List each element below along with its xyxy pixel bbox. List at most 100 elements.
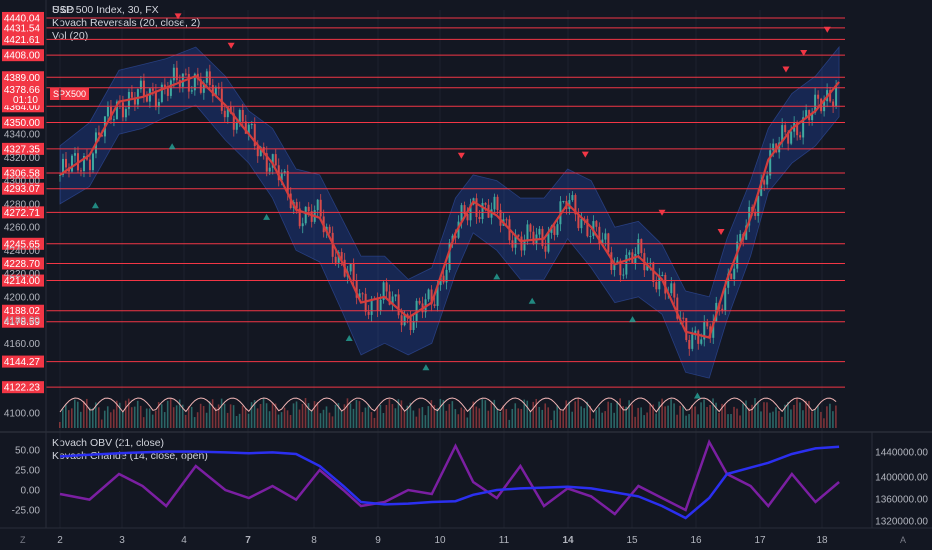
volume-bar (463, 409, 466, 428)
volume-bar (667, 405, 669, 428)
candle-body (307, 206, 310, 212)
volume-bar (688, 414, 690, 428)
y-tick-label: 4240.00 (4, 246, 41, 257)
volume-bar (436, 408, 439, 428)
volume-bar (295, 401, 298, 428)
x-tick-label: 15 (626, 535, 638, 546)
reversal-down-marker (457, 152, 465, 159)
volume-bar (781, 416, 783, 428)
volume-bar (385, 405, 388, 428)
candle-body (187, 73, 190, 92)
volume-bar (136, 400, 139, 428)
candle-body (571, 195, 574, 201)
volume-bar (292, 403, 295, 428)
volume-bar (796, 398, 798, 428)
y-tick-label: 4340.00 (4, 130, 41, 141)
candle-body (208, 71, 211, 85)
lower-y-tick-left: 25.00 (15, 466, 40, 477)
candle-body (730, 273, 733, 280)
volume-bar (526, 400, 529, 428)
volume-bar (256, 408, 259, 428)
candle-body (517, 234, 520, 237)
lower-y-tick-right: 1320000.00 (875, 517, 928, 528)
candle-body (496, 196, 499, 211)
volume-bar (634, 416, 636, 428)
volume-bar (286, 410, 289, 428)
volume-bar (592, 418, 594, 428)
volume-bar (817, 405, 819, 428)
volume-bar (547, 407, 550, 428)
volume-bar (82, 400, 85, 428)
candle-body (349, 263, 352, 272)
candle-body (733, 268, 736, 280)
volume-bar (586, 401, 588, 428)
volume-bar (301, 403, 304, 428)
reversal-up-marker (693, 392, 701, 399)
reversal-up-marker (168, 143, 176, 150)
candle-body (532, 231, 535, 245)
volume-bar (532, 401, 535, 428)
candle-body (835, 86, 838, 107)
volume-bar (598, 407, 600, 428)
volume-bar (544, 403, 547, 428)
candle-body (64, 158, 67, 168)
volume-bar (418, 408, 421, 428)
volume-bar (370, 412, 373, 428)
volume-bar (59, 422, 61, 428)
volume-bar (454, 409, 457, 428)
volume-bar (766, 402, 768, 428)
volume-bar (451, 401, 454, 428)
candle-body (478, 217, 481, 220)
reversal-down-marker (227, 42, 235, 49)
lower-y-tick-right: 1400000.00 (875, 473, 928, 484)
candle-body (409, 317, 412, 331)
candle-body (361, 293, 364, 295)
volume-bar (826, 406, 828, 428)
candle-body (223, 110, 226, 118)
x-tick-label: 10 (434, 535, 446, 546)
volume-bar (313, 401, 316, 428)
volume-bar (172, 407, 175, 428)
volume-bar (619, 398, 621, 428)
candle-body (589, 235, 592, 237)
candle-body (328, 226, 331, 233)
volume-bar (70, 408, 73, 428)
level-tag-text: 4408.00 (4, 51, 41, 62)
candle-body (493, 196, 496, 210)
volume-bar (121, 411, 124, 428)
volume-bar (316, 402, 319, 428)
chart-canvas[interactable]: 50.00 25.00 0.00 -25.00 1440000.00 1400000.00… (0, 0, 932, 550)
y-tick-label: 4300.00 (4, 176, 41, 187)
candle-body (553, 226, 556, 235)
volume-bar (325, 406, 328, 428)
volume-bar (601, 412, 603, 428)
candle-body (394, 294, 397, 297)
volume-bar (499, 411, 502, 428)
volume-bar (133, 406, 136, 428)
volume-bar (169, 398, 172, 428)
volume-bar (481, 399, 484, 428)
volume-bar (679, 405, 681, 428)
volume-bar (349, 403, 352, 428)
candle-body (799, 135, 802, 138)
volume-bar (208, 401, 211, 428)
candle-body (433, 304, 436, 306)
volume-bar (160, 404, 163, 428)
volume-bar (346, 398, 349, 428)
candle-body (304, 206, 307, 224)
volume-bar (685, 415, 687, 428)
volume-bar (298, 409, 301, 428)
volume-bar (355, 399, 358, 428)
volume-bar (511, 408, 514, 428)
candle-body (151, 88, 154, 91)
volume-bar (322, 409, 325, 428)
volume-bar (538, 406, 541, 428)
x-tick-label: 17 (754, 535, 766, 546)
y-tick-label: 4100.00 (4, 409, 41, 420)
volume-bar (367, 404, 370, 428)
volume-bar (757, 402, 759, 428)
volume-bar (61, 408, 64, 428)
candle-body (607, 233, 610, 253)
candle-body (682, 317, 685, 319)
volume-bar (460, 407, 463, 428)
